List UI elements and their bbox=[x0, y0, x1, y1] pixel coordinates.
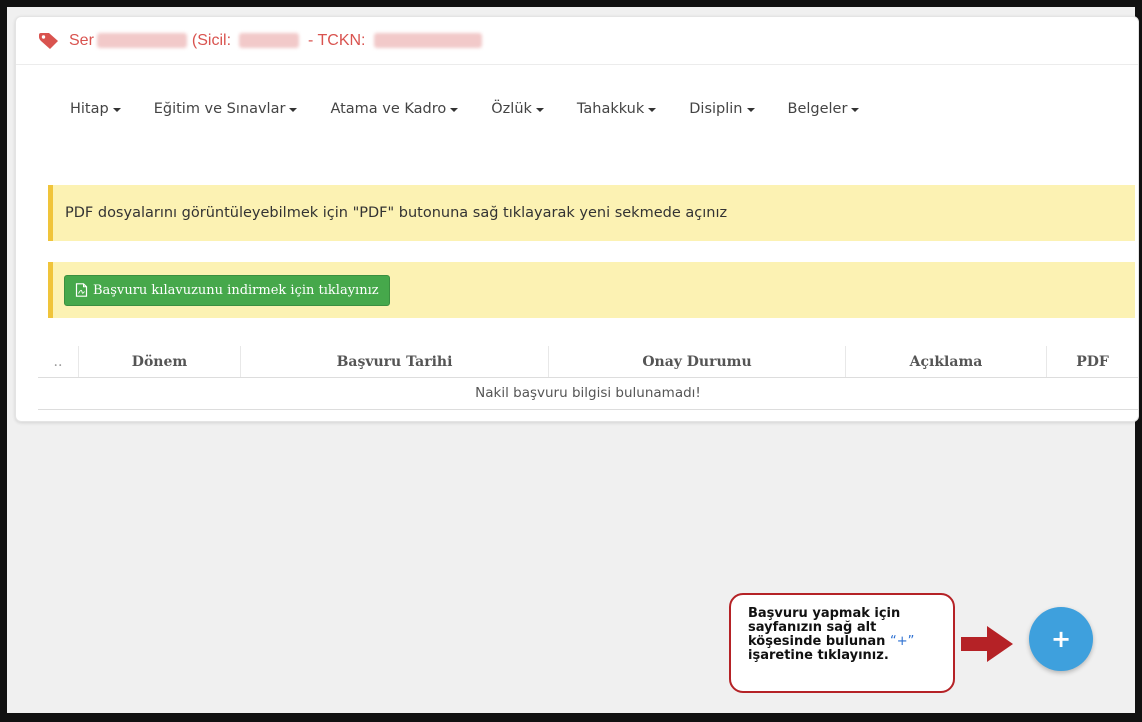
person-title: Ser (Sicil: - TCKN: bbox=[69, 32, 485, 50]
caret-down-icon bbox=[648, 108, 657, 112]
nav-tahakkuk[interactable]: Tahakkuk bbox=[576, 101, 657, 117]
arrow-right-icon bbox=[961, 626, 1013, 662]
callout-line: işaretine tıklayınız. bbox=[748, 648, 889, 663]
column-header-basvuru-tarihi[interactable]: Başvuru Tarihi bbox=[240, 346, 548, 377]
pdf-notice-text: PDF dosyalarını görüntüleyebilmek için "… bbox=[65, 205, 728, 221]
nav-disiplin[interactable]: Disiplin bbox=[689, 101, 755, 117]
instruction-callout: Başvuru yapmak için sayfanızın sağ alt k… bbox=[729, 593, 955, 693]
add-application-button[interactable]: + bbox=[1029, 607, 1093, 671]
nav-belgeler[interactable]: Belgeler bbox=[788, 101, 860, 117]
redacted-name bbox=[96, 33, 187, 48]
caret-down-icon bbox=[112, 108, 121, 112]
nav-label: Atama ve Kadro bbox=[330, 101, 447, 117]
redacted-tckn bbox=[373, 33, 482, 48]
screenshot-frame: Ser (Sicil: - TCKN: Hitap Eğitim ve Sına… bbox=[0, 0, 1142, 722]
caret-down-icon bbox=[851, 108, 860, 112]
nav-atama-ve-kadro[interactable]: Atama ve Kadro bbox=[330, 101, 459, 117]
nav-label: Özlük bbox=[491, 101, 532, 117]
card-header: Ser (Sicil: - TCKN: bbox=[16, 17, 1138, 65]
nav-label: Tahakkuk bbox=[576, 101, 645, 117]
nav-egitim-ve-sinavlar[interactable]: Eğitim ve Sınavlar bbox=[154, 101, 298, 117]
person-name-prefix: Ser bbox=[69, 31, 94, 49]
callout-line-text: köşesinde bulunan bbox=[748, 634, 886, 649]
redacted-sicil bbox=[239, 33, 300, 48]
plus-icon: + bbox=[1050, 625, 1072, 653]
column-header-onay-durumu[interactable]: Onay Durumu bbox=[548, 346, 845, 377]
nav-hitap[interactable]: Hitap bbox=[70, 101, 121, 117]
table-header: .. Dönem Başvuru Tarihi Onay Durumu Açık… bbox=[38, 346, 1138, 378]
column-header-donem[interactable]: Dönem bbox=[78, 346, 240, 377]
column-header-sort[interactable]: .. bbox=[38, 346, 78, 377]
table-empty-row: Nakil başvuru bilgisi bulunamadı! bbox=[38, 376, 1138, 410]
sicil-label: (Sicil: bbox=[191, 31, 232, 49]
download-guide-label: Başvuru kılavuzunu indirmek için tıklayı… bbox=[93, 282, 379, 298]
column-header-aciklama[interactable]: Açıklama bbox=[845, 346, 1046, 377]
guide-alert: Başvuru kılavuzunu indirmek için tıklayı… bbox=[48, 262, 1135, 318]
empty-message: Nakil başvuru bilgisi bulunamadı! bbox=[475, 384, 701, 401]
tag-icon bbox=[39, 32, 58, 49]
callout-line: sayfanızın sağ alt bbox=[748, 620, 877, 635]
tckn-label: - TCKN: bbox=[308, 31, 366, 49]
main-navbar: Hitap Eğitim ve Sınavlar Atama ve Kadro … bbox=[70, 101, 892, 117]
caret-down-icon bbox=[535, 108, 544, 112]
nav-label: Belgeler bbox=[787, 101, 848, 117]
download-guide-button[interactable]: Başvuru kılavuzunu indirmek için tıklayı… bbox=[64, 274, 390, 306]
nav-label: Disiplin bbox=[689, 101, 743, 117]
nav-label: Hitap bbox=[70, 101, 109, 117]
pdf-notice-alert: PDF dosyalarını görüntüleyebilmek için "… bbox=[48, 185, 1135, 241]
applications-table: .. Dönem Başvuru Tarihi Onay Durumu Açık… bbox=[38, 346, 1138, 410]
caret-down-icon bbox=[289, 108, 298, 112]
pdf-file-icon bbox=[75, 283, 88, 297]
profile-card: Ser (Sicil: - TCKN: Hitap Eğitim ve Sına… bbox=[15, 16, 1139, 422]
nav-ozluk[interactable]: Özlük bbox=[491, 101, 544, 117]
nav-label: Eğitim ve Sınavlar bbox=[153, 101, 286, 117]
callout-plus-symbol: “+” bbox=[889, 634, 915, 649]
caret-down-icon bbox=[450, 108, 459, 112]
callout-line: köşesinde bulunan “+” bbox=[748, 635, 943, 649]
column-header-pdf[interactable]: PDF bbox=[1046, 346, 1138, 377]
callout-line: Başvuru yapmak için bbox=[748, 606, 901, 621]
caret-down-icon bbox=[746, 108, 755, 112]
